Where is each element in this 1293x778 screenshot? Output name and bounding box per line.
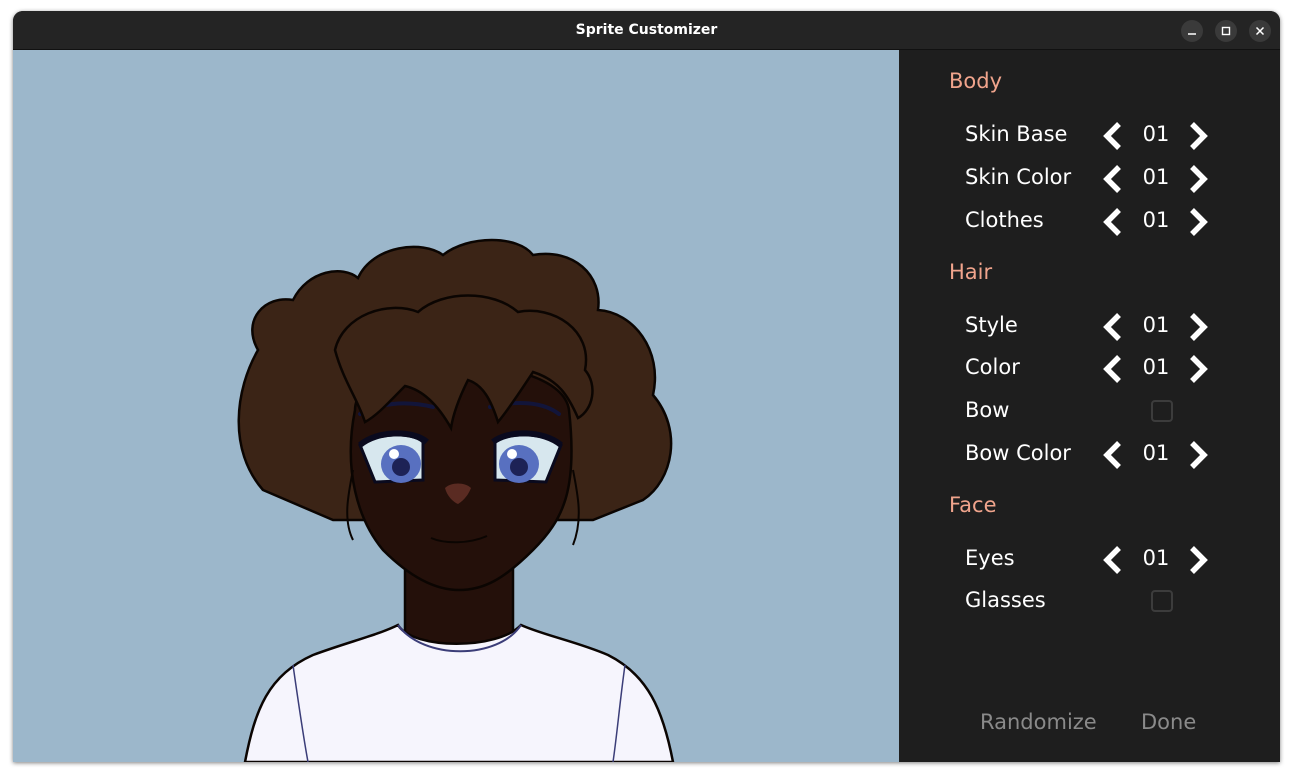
shirt (243, 623, 675, 762)
row-clothes: Clothes 01 (899, 204, 1280, 240)
hair-style-next-button[interactable] (1185, 311, 1211, 343)
chevron-right-icon (1190, 546, 1208, 574)
chevron-left-icon (1103, 355, 1121, 383)
sprite-preview (13, 50, 899, 762)
eyes-label: Eyes (965, 546, 1015, 570)
row-skin-base: Skin Base 01 (899, 118, 1280, 154)
minimize-button[interactable] (1181, 20, 1203, 42)
bow-color-prev-button[interactable] (1100, 439, 1126, 471)
row-bow-color: Bow Color 01 (899, 437, 1280, 473)
eyes-next-button[interactable] (1185, 544, 1211, 576)
chevron-right-icon (1190, 165, 1208, 193)
skin-base-value: 01 (1142, 122, 1170, 146)
row-hair-style: Style 01 (899, 309, 1280, 345)
chevron-left-icon (1103, 546, 1121, 574)
chevron-left-icon (1103, 208, 1121, 236)
maximize-button[interactable] (1215, 20, 1237, 42)
window-title: Sprite Customizer (575, 22, 718, 38)
chevron-left-icon (1103, 313, 1121, 341)
section-body-title: Body (949, 69, 1003, 93)
skin-color-prev-button[interactable] (1100, 163, 1126, 195)
bow-color-next-button[interactable] (1185, 439, 1211, 471)
chevron-right-icon (1190, 208, 1208, 236)
minimize-icon (1188, 33, 1196, 35)
customizer-panel: Body Skin Base 01 Skin Color 01 Clothes … (899, 50, 1280, 762)
bow-color-label: Bow Color (965, 441, 1071, 465)
bow-color-value: 01 (1142, 441, 1170, 465)
hair-color-prev-button[interactable] (1100, 353, 1126, 385)
clothes-prev-button[interactable] (1100, 206, 1126, 238)
title-bar[interactable]: Sprite Customizer (13, 11, 1280, 50)
character-sprite (237, 238, 675, 762)
close-button[interactable] (1249, 20, 1271, 42)
row-skin-color: Skin Color 01 (899, 161, 1280, 197)
glasses-checkbox[interactable] (1151, 590, 1173, 612)
chevron-right-icon (1190, 313, 1208, 341)
chevron-right-icon (1190, 441, 1208, 469)
glasses-label: Glasses (965, 588, 1046, 612)
clothes-value: 01 (1142, 208, 1170, 232)
eyes-value: 01 (1142, 546, 1170, 570)
hair-color-label: Color (965, 355, 1020, 379)
maximize-icon (1221, 26, 1231, 36)
chevron-left-icon (1103, 165, 1121, 193)
skin-base-label: Skin Base (965, 122, 1068, 146)
skin-base-next-button[interactable] (1185, 120, 1211, 152)
app-window: Sprite Customizer Body Skin Base 01 Skin… (13, 11, 1280, 762)
chevron-left-icon (1103, 122, 1121, 150)
skin-base-prev-button[interactable] (1100, 120, 1126, 152)
chevron-right-icon (1190, 122, 1208, 150)
done-button[interactable]: Done (1141, 710, 1196, 734)
row-hair-color: Color 01 (899, 351, 1280, 387)
chevron-right-icon (1190, 355, 1208, 383)
row-glasses: Glasses (899, 584, 1280, 620)
clothes-next-button[interactable] (1185, 206, 1211, 238)
section-face-title: Face (949, 493, 997, 517)
hair-color-next-button[interactable] (1185, 353, 1211, 385)
hair-color-value: 01 (1142, 355, 1170, 379)
section-hair-title: Hair (949, 260, 993, 284)
hair-style-prev-button[interactable] (1100, 311, 1126, 343)
skin-color-value: 01 (1142, 165, 1170, 189)
randomize-button[interactable]: Randomize (980, 710, 1097, 734)
row-eyes: Eyes 01 (899, 542, 1280, 578)
bow-label: Bow (965, 398, 1010, 422)
hair-style-label: Style (965, 313, 1018, 337)
close-icon (1255, 26, 1265, 36)
chevron-left-icon (1103, 441, 1121, 469)
skin-color-label: Skin Color (965, 165, 1072, 189)
skin-color-next-button[interactable] (1185, 163, 1211, 195)
bow-checkbox[interactable] (1151, 400, 1173, 422)
hair-style-value: 01 (1142, 313, 1170, 337)
row-bow: Bow (899, 394, 1280, 430)
eyes-prev-button[interactable] (1100, 544, 1126, 576)
clothes-label: Clothes (965, 208, 1044, 232)
